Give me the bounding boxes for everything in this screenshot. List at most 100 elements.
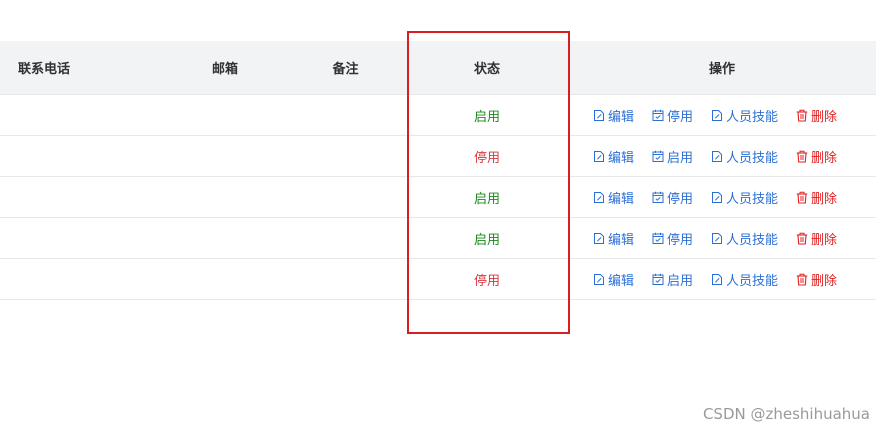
- cell-phone: [0, 95, 165, 135]
- cell-phone: [0, 218, 165, 258]
- cell-ops: 编辑 停用 人员技能 删除: [568, 218, 876, 258]
- staff-skills-label: 人员技能: [726, 232, 779, 248]
- cell-status: 启用: [406, 218, 568, 258]
- cell-status: 停用: [406, 259, 568, 299]
- calendar-check-icon: [652, 109, 664, 121]
- delete-button[interactable]: 删除: [796, 106, 837, 125]
- table-row: 停用 编辑 启用 人员技能 删除: [0, 136, 876, 177]
- staff-skills-label: 人员技能: [726, 150, 779, 166]
- staff-skills-button[interactable]: 人员技能: [711, 188, 778, 207]
- document-edit-icon: [712, 232, 723, 244]
- table-body: 启用 编辑 停用 人员技能 删除 停用 编辑 启用 人员技能 删除 启用 编辑 …: [0, 95, 876, 300]
- edit-icon: [594, 232, 604, 244]
- edit-label: 编辑: [608, 232, 635, 248]
- table-row: 启用 编辑 停用 人员技能 删除: [0, 95, 876, 136]
- toggle-status-button[interactable]: 停用: [652, 229, 693, 248]
- trash-icon: [796, 232, 808, 245]
- document-edit-icon: [712, 273, 723, 285]
- cell-note: [285, 259, 406, 299]
- staff-skills-button[interactable]: 人员技能: [711, 270, 778, 289]
- status-text: 停用: [473, 150, 500, 166]
- edit-label: 编辑: [608, 273, 635, 289]
- delete-button[interactable]: 删除: [796, 188, 837, 207]
- toggle-status-button[interactable]: 停用: [652, 106, 693, 125]
- delete-label: 删除: [811, 150, 838, 166]
- status-text: 启用: [473, 191, 500, 207]
- calendar-check-icon: [652, 232, 664, 244]
- delete-label: 删除: [811, 273, 838, 289]
- edit-icon: [594, 191, 604, 203]
- cell-phone: [0, 136, 165, 176]
- header-status: 状态: [473, 62, 500, 77]
- delete-button[interactable]: 删除: [796, 229, 837, 248]
- toggle-status-label: 启用: [667, 273, 694, 289]
- edit-button[interactable]: 编辑: [593, 188, 634, 207]
- table-row: 启用 编辑 停用 人员技能 删除: [0, 218, 876, 259]
- watermark: CSDN @zheshihuahua: [702, 405, 870, 423]
- staff-skills-button[interactable]: 人员技能: [711, 147, 778, 166]
- calendar-check-icon: [652, 273, 664, 285]
- cell-ops: 编辑 停用 人员技能 删除: [568, 177, 876, 217]
- staff-skills-button[interactable]: 人员技能: [711, 106, 778, 125]
- toggle-status-label: 启用: [667, 150, 694, 166]
- delete-label: 删除: [811, 232, 838, 248]
- cell-email: [165, 177, 285, 217]
- staff-skills-button[interactable]: 人员技能: [711, 229, 778, 248]
- cell-phone: [0, 259, 165, 299]
- cell-ops: 编辑 启用 人员技能 删除: [568, 259, 876, 299]
- cell-status: 启用: [406, 177, 568, 217]
- status-text: 启用: [473, 109, 500, 125]
- toggle-status-label: 停用: [667, 191, 694, 207]
- delete-label: 删除: [811, 191, 838, 207]
- delete-button[interactable]: 删除: [796, 270, 837, 289]
- cell-phone: [0, 177, 165, 217]
- status-text: 启用: [473, 232, 500, 248]
- edit-icon: [594, 150, 604, 162]
- table-row: 启用 编辑 停用 人员技能 删除: [0, 177, 876, 218]
- cell-email: [165, 218, 285, 258]
- cell-email: [165, 259, 285, 299]
- calendar-check-icon: [652, 191, 664, 203]
- edit-label: 编辑: [608, 150, 635, 166]
- edit-icon: [594, 109, 604, 121]
- delete-label: 删除: [811, 109, 838, 125]
- document-edit-icon: [712, 109, 723, 121]
- toggle-status-label: 停用: [667, 232, 694, 248]
- trash-icon: [796, 273, 808, 286]
- calendar-check-icon: [652, 150, 664, 162]
- cell-status: 停用: [406, 136, 568, 176]
- table-header: 联系电话 邮箱 备注 状态 操作: [0, 41, 876, 95]
- header-phone: 联系电话: [18, 62, 71, 77]
- staff-skills-label: 人员技能: [726, 273, 779, 289]
- edit-button[interactable]: 编辑: [593, 147, 634, 166]
- edit-label: 编辑: [608, 109, 635, 125]
- table-row: 停用 编辑 启用 人员技能 删除: [0, 259, 876, 300]
- page: 联系电话 邮箱 备注 状态 操作 启用 编辑 停用 人员技能 删除 停用 编辑 …: [0, 0, 884, 431]
- edit-button[interactable]: 编辑: [593, 106, 634, 125]
- cell-note: [285, 95, 406, 135]
- cell-status: 启用: [406, 95, 568, 135]
- toggle-status-button[interactable]: 启用: [652, 147, 693, 166]
- document-edit-icon: [712, 150, 723, 162]
- trash-icon: [796, 150, 808, 163]
- delete-button[interactable]: 删除: [796, 147, 837, 166]
- staff-table: 联系电话 邮箱 备注 状态 操作 启用 编辑 停用 人员技能 删除 停用 编辑 …: [0, 41, 876, 300]
- trash-icon: [796, 109, 808, 122]
- header-ops: 操作: [708, 62, 735, 77]
- edit-icon: [594, 273, 604, 285]
- header-note: 备注: [332, 62, 359, 77]
- cell-note: [285, 218, 406, 258]
- edit-button[interactable]: 编辑: [593, 229, 634, 248]
- cell-note: [285, 177, 406, 217]
- status-text: 停用: [473, 273, 500, 289]
- cell-email: [165, 136, 285, 176]
- cell-email: [165, 95, 285, 135]
- toggle-status-button[interactable]: 启用: [652, 270, 693, 289]
- toggle-status-button[interactable]: 停用: [652, 188, 693, 207]
- toggle-status-label: 停用: [667, 109, 694, 125]
- cell-ops: 编辑 停用 人员技能 删除: [568, 95, 876, 135]
- cell-ops: 编辑 启用 人员技能 删除: [568, 136, 876, 176]
- edit-button[interactable]: 编辑: [593, 270, 634, 289]
- staff-skills-label: 人员技能: [726, 109, 779, 125]
- cell-note: [285, 136, 406, 176]
